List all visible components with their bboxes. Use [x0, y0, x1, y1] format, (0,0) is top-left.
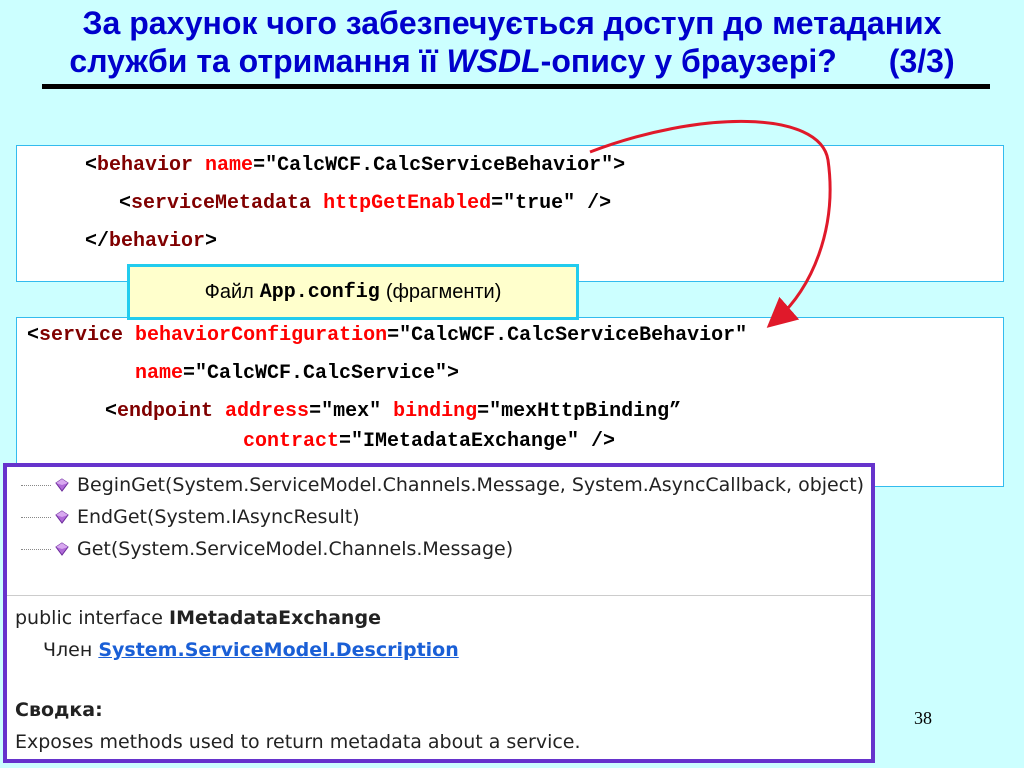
- code-punct: <: [27, 324, 40, 347]
- code-line-behavior-open: <behavior name="CalcWCF.CalcServiceBehav…: [85, 154, 625, 178]
- xml-value: ="IMetadataExchange" />: [339, 430, 616, 453]
- title-wsdl: WSDL: [446, 43, 541, 79]
- tree-connector: [21, 516, 51, 518]
- xml-tag: serviceMetadata: [131, 192, 312, 215]
- pane-divider[interactable]: [7, 595, 871, 596]
- service-code-box: <service behaviorConfiguration="CalcWCF.…: [16, 317, 1004, 487]
- xml-attr: behaviorConfiguration: [135, 324, 388, 347]
- app-config-callout: Файл App.config (фрагменти): [127, 264, 579, 320]
- xml-tag: behavior: [97, 154, 194, 177]
- title-line-1: За рахунок чого забезпечується доступ до…: [82, 5, 942, 41]
- xml-attr: address: [225, 400, 310, 423]
- method-label: BeginGet(System.ServiceModel.Channels.Me…: [77, 474, 865, 496]
- code-punct: <: [105, 400, 118, 423]
- xml-tag: service: [39, 324, 124, 347]
- title-line-2-pre: служби та отримання її: [69, 43, 447, 79]
- xml-value: ="CalcWCF.CalcServiceBehavior": [387, 324, 748, 347]
- xml-value: ="true" />: [491, 192, 612, 215]
- title-counter: (3/3): [888, 43, 955, 79]
- tree-connector: [21, 484, 51, 486]
- code-line-contract: contract="IMetadataExchange" />: [243, 430, 615, 454]
- method-icon: [55, 510, 69, 524]
- code-punct: </: [85, 230, 110, 253]
- method-icon: [55, 542, 69, 556]
- xml-tag: endpoint: [117, 400, 214, 423]
- code-line-endpoint: <endpoint address="mex" binding="mexHttp…: [105, 400, 681, 424]
- method-label: Get(System.ServiceModel.Channels.Message…: [77, 538, 514, 560]
- title-line-2: служби та отримання її WSDL-опису у брау…: [0, 42, 1024, 80]
- method-item-get[interactable]: Get(System.ServiceModel.Channels.Message…: [21, 535, 513, 563]
- callout-suffix: (фрагменти): [385, 280, 502, 303]
- method-item-endget[interactable]: EndGet(System.IAsyncResult): [21, 503, 360, 531]
- code-line-service-metadata: <serviceMetadata httpGetEnabled="true" /…: [119, 192, 611, 216]
- xml-attr: name: [205, 154, 254, 177]
- behavior-code-box: <behavior name="CalcWCF.CalcServiceBehav…: [16, 145, 1004, 282]
- code-punct: <: [85, 154, 98, 177]
- member-of-line: Член System.ServiceModel.Description: [43, 639, 459, 661]
- xml-value: ="mex": [309, 400, 382, 423]
- title-underline: [42, 84, 990, 89]
- summary-label: Сводка:: [15, 699, 103, 721]
- method-icon: [55, 478, 69, 492]
- summary-text: Exposes methods used to return metadata …: [15, 731, 581, 753]
- xml-attr: httpGetEnabled: [323, 192, 492, 215]
- code-line-service-open: <service behaviorConfiguration="CalcWCF.…: [27, 324, 747, 348]
- method-label: EndGet(System.IAsyncResult): [77, 506, 360, 528]
- interface-declaration: public interface IMetadataExchange: [15, 607, 381, 629]
- title-line-2-post: -опису у браузері?: [540, 43, 837, 79]
- declaration-prefix: public interface: [15, 607, 169, 629]
- xml-value: ="CalcWCF.CalcService">: [183, 362, 460, 385]
- member-label: Член: [43, 639, 99, 661]
- code-line-service-name: name="CalcWCF.CalcService">: [135, 362, 459, 386]
- xml-value: ="mexHttpBinding”: [477, 400, 682, 423]
- code-line-behavior-close: </behavior>: [85, 230, 217, 254]
- interface-name: IMetadataExchange: [169, 607, 381, 629]
- method-item-beginget[interactable]: BeginGet(System.ServiceModel.Channels.Me…: [21, 471, 864, 499]
- callout-filename: App.config: [259, 280, 380, 304]
- page-number: 38: [914, 708, 932, 728]
- xml-value: ="CalcWCF.CalcServiceBehavior">: [253, 154, 626, 177]
- xml-tag: behavior: [109, 230, 206, 253]
- code-punct: <: [119, 192, 132, 215]
- namespace-link[interactable]: System.ServiceModel.Description: [98, 639, 458, 661]
- xml-attr: binding: [393, 400, 478, 423]
- xml-attr: contract: [243, 430, 340, 453]
- callout-prefix: Файл: [204, 280, 254, 303]
- xml-attr: name: [135, 362, 184, 385]
- tree-connector: [21, 548, 51, 550]
- slide-title: За рахунок чого забезпечується доступ до…: [0, 4, 1024, 80]
- object-browser-screenshot: BeginGet(System.ServiceModel.Channels.Me…: [3, 463, 875, 763]
- code-punct: >: [205, 230, 218, 253]
